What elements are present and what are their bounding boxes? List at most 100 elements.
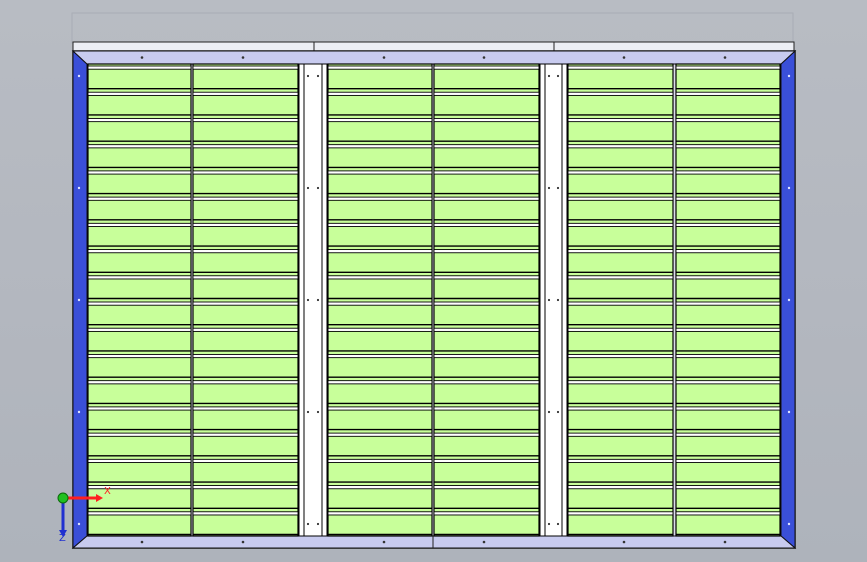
fastener-dot [482,540,486,544]
model-view[interactable]: X Z [0,0,867,562]
fastener-dot [77,522,81,526]
slat [567,249,674,254]
slat [433,275,540,280]
slat [192,144,299,149]
slat [567,222,674,227]
fastener-dot [547,186,551,190]
slat [87,511,192,516]
slat [675,458,781,463]
slat [87,144,192,149]
fastener-dot [787,186,791,190]
slat [675,432,781,437]
slat [87,458,192,463]
bay-column [87,63,192,537]
fastener-dot [306,410,310,414]
slat [675,91,781,96]
fastener-dot [77,410,81,414]
fastener-dot [306,74,310,78]
slat [567,144,674,149]
slat [433,380,540,385]
fastener-dot [482,56,486,59]
slat [567,485,674,490]
bay-column [567,63,674,537]
slat [192,196,299,201]
slat [192,275,299,280]
fastener-dot [77,74,81,78]
fastener-dot [382,540,386,544]
slat [87,353,192,359]
graphics-viewport[interactable]: X Z [0,0,867,562]
slat [433,432,540,437]
slat [675,144,781,149]
fastener-dot [316,74,320,78]
slat [327,353,433,359]
slat [675,327,781,332]
bay-column [675,63,781,537]
slat [433,353,540,359]
fastener-dot [547,298,551,302]
fastener-dot [622,56,626,59]
slat [433,458,540,463]
slat [433,249,540,254]
slat [192,249,299,254]
slat [87,432,192,437]
slat [567,327,674,332]
slat [433,65,540,70]
slat [87,196,192,201]
slat [675,511,781,516]
fastener-dot [622,540,626,544]
slat [567,91,674,96]
slat [87,222,192,227]
slat [567,275,674,280]
slat [87,91,192,96]
fastener-dot [306,522,310,526]
slat [675,65,781,70]
slat [87,380,192,385]
slat [567,117,674,123]
slat [327,91,433,96]
slat [327,458,433,463]
slat [675,485,781,490]
slat [567,432,674,437]
slat [433,511,540,516]
fastener-dot [556,522,560,526]
fastener-dot [140,540,144,544]
slat [433,144,540,149]
slat [675,249,781,254]
slat [327,327,433,332]
slat [192,222,299,227]
top-frame[interactable] [71,50,797,65]
slat [87,406,192,411]
slat [327,432,433,437]
slat [567,511,674,516]
slat [433,196,540,201]
slat [327,117,433,123]
slat [675,353,781,359]
bottom-frame[interactable] [71,535,797,549]
slat [433,485,540,490]
slat [567,301,674,306]
slat [192,301,299,306]
slat [87,327,192,332]
slat [327,275,433,280]
slat [433,301,540,306]
slat [675,196,781,201]
slat [327,65,433,70]
slat [675,117,781,123]
slat [192,117,299,123]
slat [87,275,192,280]
slat [567,406,674,411]
fastener-dot [787,298,791,302]
fastener-dot [140,56,144,59]
fastener-dot [556,186,560,190]
fastener-dot [556,410,560,414]
top-frame-strip[interactable] [72,41,795,52]
y-axis-dot [57,492,69,504]
slat [567,196,674,201]
slat [567,65,674,70]
slat [433,222,540,227]
slat [327,511,433,516]
slat [675,380,781,385]
fastener-dot [787,74,791,78]
slat [567,380,674,385]
